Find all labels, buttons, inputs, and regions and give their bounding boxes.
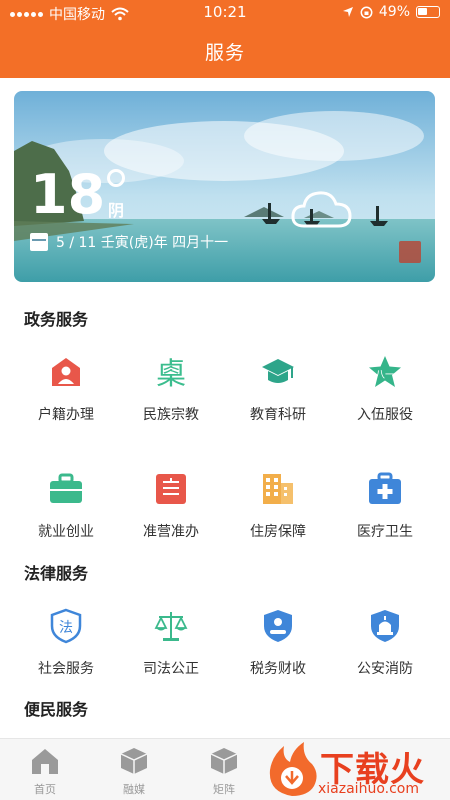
- army-star-icon: 八一: [369, 356, 401, 387]
- service-label: 准营准办: [143, 524, 199, 540]
- service-label: 入伍服役: [357, 407, 413, 423]
- battery-icon: [416, 6, 440, 18]
- service-police-fire[interactable]: 公安消防: [331, 608, 439, 678]
- service-label: 教育科研: [250, 407, 306, 423]
- calendar-icon: [30, 233, 48, 251]
- section-title-convenience: 便民服务: [24, 700, 89, 719]
- battery-percent: 49%: [378, 4, 410, 20]
- temperature-value: 18: [30, 163, 106, 226]
- nav-label: 矩阵: [213, 783, 235, 796]
- section-title-legal: 法律服务: [24, 564, 89, 583]
- cloudy-weather-icon: [291, 191, 352, 228]
- license-icon: [156, 474, 186, 504]
- home-icon: [32, 749, 58, 774]
- lunar-date: 5 / 11 壬寅(虎)年 四月十一: [56, 235, 229, 251]
- svg-text:法: 法: [59, 620, 73, 636]
- service-housing[interactable]: 住房保障: [224, 471, 332, 541]
- service-ethnic-religion[interactable]: 㮚 民族宗教: [117, 354, 225, 424]
- nav-home[interactable]: 首页: [15, 747, 75, 797]
- nav-matrix[interactable]: 矩阵: [194, 747, 254, 797]
- service-label: 司法公正: [143, 661, 199, 677]
- cube-icon: [120, 748, 148, 774]
- briefcase-icon: [50, 473, 82, 503]
- person-house-icon: [52, 358, 80, 386]
- law-shield-icon: 法: [50, 608, 82, 644]
- date-row: 5 / 11 壬寅(虎)年 四月十一: [30, 232, 228, 252]
- service-military-enlistment[interactable]: 八一 入伍服役: [331, 354, 439, 424]
- service-business-permit[interactable]: 准营准办: [117, 471, 225, 541]
- service-label: 就业创业: [38, 524, 94, 540]
- service-label: 公安消防: [357, 661, 413, 677]
- red-seal-stamp: [399, 241, 421, 263]
- status-right: 49%: [342, 4, 440, 20]
- matrix-cube-icon: [210, 748, 238, 774]
- graduation-cap-icon: [262, 359, 294, 383]
- svg-text:八一: 八一: [375, 370, 395, 381]
- header-bar: 中国移动 10:21 49% 服务: [0, 0, 450, 78]
- degree-symbol-icon: [107, 169, 125, 187]
- service-education-research[interactable]: 教育科研: [224, 354, 332, 424]
- service-label: 医疗卫生: [357, 524, 413, 540]
- service-social[interactable]: 法 社会服务: [12, 608, 120, 678]
- service-label: 民族宗教: [143, 407, 199, 423]
- scales-icon: [154, 612, 188, 641]
- orientation-lock-icon: [360, 6, 373, 18]
- service-label: 税务财收: [250, 661, 306, 677]
- service-label: 户籍办理: [38, 407, 94, 423]
- nav-label: 首页: [34, 783, 56, 796]
- app-root: 中国移动 10:21 49% 服务 18 阴 5 / 11 壬寅(虎)年 四月十…: [0, 0, 450, 800]
- police-shield-icon: [371, 610, 399, 642]
- service-judicial[interactable]: 司法公正: [117, 608, 225, 678]
- weather-banner[interactable]: 18 阴 5 / 11 壬寅(虎)年 四月十一: [14, 91, 435, 282]
- status-bar: 中国移动 10:21 49%: [0, 0, 450, 24]
- medical-kit-icon: [369, 472, 401, 504]
- svg-text:㮚: 㮚: [156, 357, 186, 390]
- service-household-registration[interactable]: 户籍办理: [12, 354, 120, 424]
- page-title: 服务: [204, 42, 245, 64]
- service-label: 社会服务: [38, 661, 94, 677]
- tax-shield-icon: [264, 610, 292, 642]
- service-medical[interactable]: 医疗卫生: [331, 471, 439, 541]
- watermark-url: xiazaihuo.com: [318, 781, 419, 797]
- nav-label: 融媒: [123, 783, 145, 796]
- building-icon: [263, 474, 293, 504]
- nav-media[interactable]: 融媒: [104, 747, 164, 797]
- weather-condition: 阴: [108, 201, 125, 220]
- service-label: 住房保障: [250, 524, 306, 540]
- section-title-government: 政务服务: [24, 310, 89, 329]
- location-arrow-icon: [342, 7, 353, 17]
- service-tax[interactable]: 税务财收: [224, 608, 332, 678]
- ethnic-glyph-icon: 㮚: [156, 357, 186, 392]
- service-employment[interactable]: 就业创业: [12, 471, 120, 541]
